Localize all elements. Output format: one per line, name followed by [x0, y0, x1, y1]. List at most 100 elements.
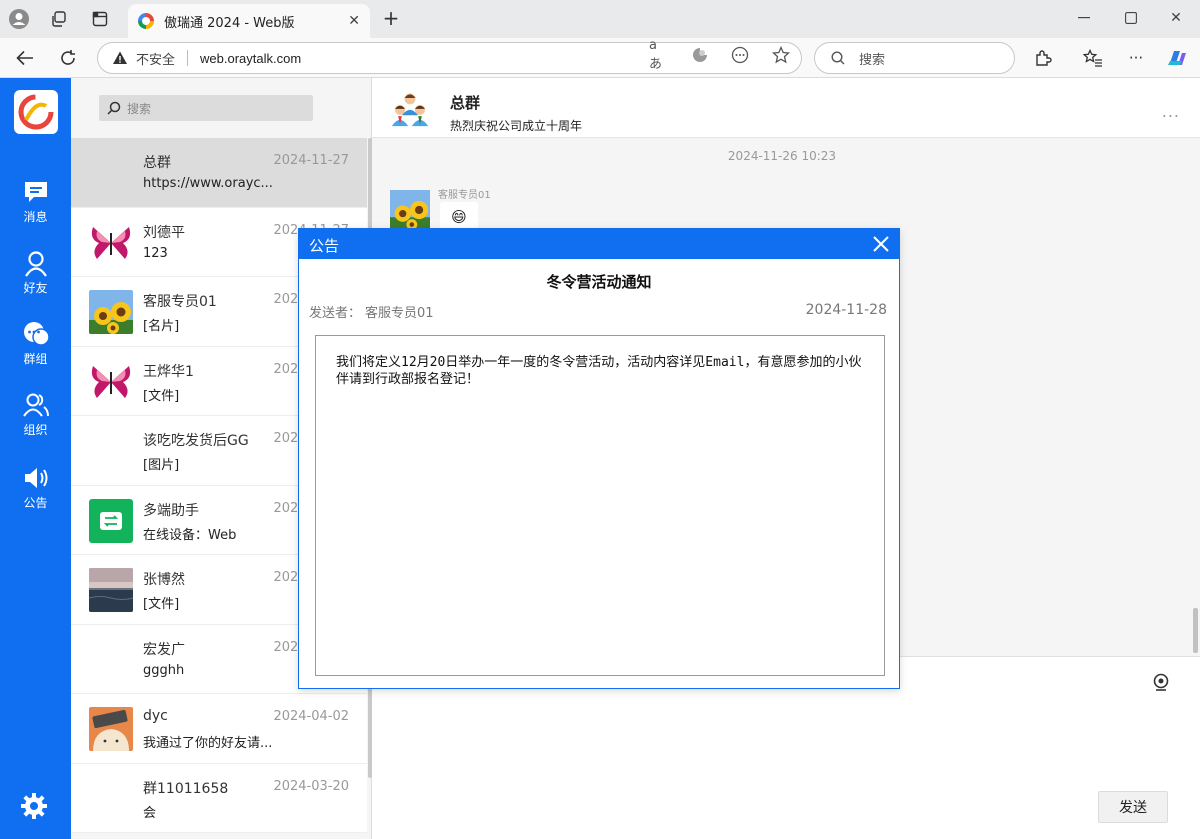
gear-icon[interactable]: [20, 792, 48, 820]
sender-avatar[interactable]: [390, 190, 430, 230]
conversation-name: 王烨华1: [143, 363, 194, 380]
extensions-icon[interactable]: [1032, 47, 1054, 69]
send-button[interactable]: 发送: [1098, 791, 1168, 823]
notice-date: 2024-11-28: [805, 302, 887, 318]
conversation-preview: [文件]: [143, 388, 180, 404]
new-tab-icon[interactable]: +: [380, 8, 402, 30]
message-sender-name: 客服专员01: [438, 190, 491, 201]
dialog-title: 公告: [309, 237, 340, 255]
nav-org[interactable]: 组织: [0, 391, 71, 455]
close-tab-icon[interactable]: ✕: [348, 13, 360, 29]
conversation-name: 总群: [143, 155, 171, 171]
left-nav-bar: 消息 好友 群组 组织 公告: [0, 78, 71, 839]
nav-group-label: 群组: [23, 352, 48, 366]
nav-group[interactable]: 群组: [0, 320, 71, 384]
browser-tab[interactable]: 傲瑞通 2024 - Web版 ✕: [128, 4, 370, 38]
app-logo: [14, 90, 58, 134]
assistant-avatar: [89, 498, 133, 543]
friend-icon: [24, 251, 47, 277]
notice-body: 我们将定义12月20日举办一年一度的冬令营活动，活动内容详见Email，有意愿参…: [336, 355, 862, 387]
conversation-name: 刘德平: [143, 224, 185, 241]
conversation-date: 2024-04-02: [273, 709, 349, 724]
maximize-icon[interactable]: [1113, 6, 1149, 30]
url-text[interactable]: web.oraytalk.com: [200, 51, 301, 66]
copilot-icon[interactable]: [1166, 47, 1188, 69]
search-icon: [107, 101, 121, 115]
announcement-icon: [24, 468, 47, 488]
nav-friend-label: 好友: [23, 281, 48, 295]
browser-search-placeholder: 搜索: [859, 52, 886, 68]
close-icon[interactable]: [871, 234, 891, 254]
nav-friend[interactable]: 好友: [0, 249, 71, 313]
conversation-preview: [图片]: [143, 458, 180, 473]
back-icon[interactable]: [14, 47, 36, 69]
favorite-star-icon[interactable]: [771, 45, 791, 65]
chat-header: 总群 热烈庆祝公司成立十周年 ...: [372, 78, 1200, 138]
conversation-item[interactable]: 群11011658 2024-03-20 会: [71, 763, 367, 833]
conversation-item[interactable]: 总群 2024-11-27 https://www.orayc...: [71, 138, 367, 208]
browser-tab-bar: 傲瑞通 2024 - Web版 ✕ + ✕: [0, 0, 1200, 38]
conversation-preview: ggghh: [143, 662, 185, 678]
settings-more-icon[interactable]: ···: [1125, 47, 1147, 69]
webcam-icon[interactable]: [1152, 673, 1170, 691]
butterfly-avatar: [89, 359, 133, 404]
conversation-search-input[interactable]: 搜索: [99, 95, 313, 121]
workspaces-icon[interactable]: [48, 8, 70, 30]
conversation-name: 宏发广: [143, 641, 185, 658]
group-avatar: [89, 777, 133, 821]
message-emoji: 😄: [451, 208, 467, 226]
tab-title: 傲瑞通 2024 - Web版: [164, 15, 295, 31]
conversation-preview: [文件]: [143, 597, 180, 612]
org-icon: [22, 393, 49, 417]
announcement-dialog: 公告 冬令营活动通知 发送者： 客服专员01 2024-11-28 我们将定义1…: [298, 228, 900, 689]
read-aloud-icon[interactable]: aあ: [649, 38, 669, 72]
conversation-name: 多端助手: [143, 502, 199, 519]
search-icon: [831, 51, 845, 65]
chat-more-icon[interactable]: ...: [1162, 102, 1180, 121]
conversation-date: 2024-11-27: [273, 153, 349, 168]
conversation-name: 张博然: [143, 572, 185, 588]
nav-announcement-label: 公告: [23, 496, 48, 510]
edge-extension-icon[interactable]: [690, 45, 710, 65]
favorites-icon[interactable]: [1082, 47, 1104, 69]
sunflower-avatar: [89, 290, 133, 334]
conversation-search-placeholder: 搜索: [127, 101, 152, 116]
address-toolbar: 不安全 web.oraytalk.com aあ 搜索 ···: [0, 38, 1200, 78]
group-avatar[interactable]: [390, 88, 430, 128]
message-timestamp: 2024-11-26 10:23: [727, 149, 837, 163]
group-icon: [23, 322, 50, 346]
conversation-preview: 我通过了你的好友请...: [143, 736, 273, 751]
minimize-icon[interactable]: [1066, 6, 1102, 30]
nav-message[interactable]: 消息: [0, 178, 71, 242]
window-close-icon[interactable]: ✕: [1158, 6, 1194, 30]
conversation-preview: 会: [143, 805, 157, 821]
group-avatar: [89, 638, 133, 682]
chat-scrollbar[interactable]: [1193, 608, 1198, 653]
notice-title: 冬令营活动通知: [546, 273, 652, 291]
conversation-name: 群11011658: [143, 780, 229, 797]
conversation-preview: https://www.orayc...: [143, 176, 273, 191]
notice-sender-label: 发送者：: [309, 306, 362, 321]
conversation-item[interactable]: dyc 2024-04-02 我通过了你的好友请...: [71, 694, 367, 764]
insecure-label[interactable]: 不安全: [136, 49, 175, 68]
browser-search-input[interactable]: 搜索: [814, 42, 1015, 74]
cartoon-avatar: [89, 707, 133, 751]
conversation-preview: [名片]: [143, 319, 180, 334]
conversation-preview: 123: [143, 245, 168, 261]
butterfly-avatar: [89, 220, 133, 265]
nav-message-label: 消息: [23, 210, 48, 224]
tab-actions-icon[interactable]: [89, 8, 111, 30]
group-avatar: [89, 429, 133, 473]
more-options-circle-icon[interactable]: [730, 45, 750, 65]
warning-icon[interactable]: [112, 50, 128, 66]
profile-icon[interactable]: [8, 8, 30, 30]
nav-org-label: 组织: [23, 423, 48, 437]
notice-body-box[interactable]: 我们将定义12月20日举办一年一度的冬令营活动，活动内容详见Email，有意愿参…: [315, 335, 885, 676]
refresh-icon[interactable]: [57, 47, 79, 69]
dialog-titlebar: 公告: [299, 229, 899, 259]
group-avatar: [89, 151, 133, 195]
conversation-name: 该吃吃发货后GG: [143, 433, 249, 449]
nav-announcement[interactable]: 公告: [0, 464, 71, 528]
conversation-preview: 在线设备：Web: [143, 527, 237, 543]
site-favicon-icon: [138, 13, 154, 29]
